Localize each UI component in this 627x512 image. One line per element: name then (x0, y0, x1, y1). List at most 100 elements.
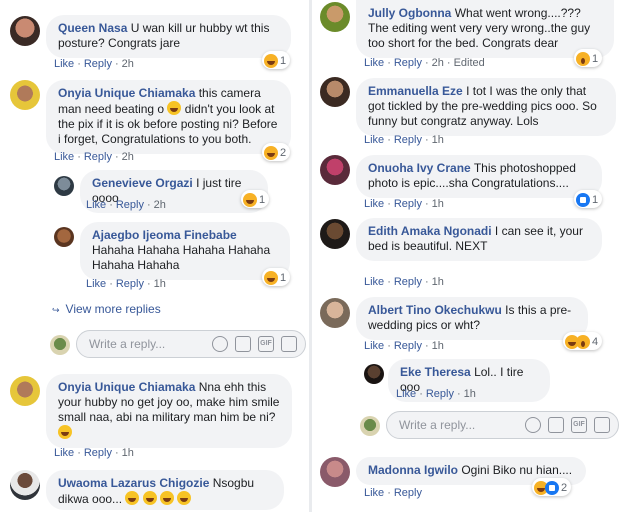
comment-bubble: Onyia Unique Chiamaka Nna ehh this your … (46, 374, 292, 448)
edited-label[interactable]: Edited (454, 57, 485, 69)
comment-author[interactable]: Ajaegbo Ijeoma Finebabe (92, 228, 237, 242)
reply-link[interactable]: Reply (394, 57, 422, 69)
reply-link[interactable]: Reply (394, 198, 422, 210)
timestamp[interactable]: 2h (154, 199, 166, 211)
comment-author[interactable]: Queen Nasa (58, 21, 127, 35)
like-link[interactable]: Like (364, 57, 384, 69)
reaction-badge[interactable]: 1 (574, 190, 603, 208)
avatar[interactable] (10, 16, 40, 46)
sticker-icon[interactable] (281, 336, 297, 352)
reaction-badge[interactable]: 1 (262, 51, 291, 69)
haha-reaction-icon (243, 192, 257, 207)
grin-emoji-icon (167, 101, 182, 115)
avatar[interactable] (10, 470, 40, 500)
reply-link[interactable]: Reply (84, 447, 112, 459)
avatar[interactable] (320, 155, 350, 185)
avatar[interactable] (54, 176, 74, 196)
right-comment-column: Jully Ogbonna What went wrong....??? The… (316, 0, 627, 512)
reaction-badge[interactable]: 1 (241, 190, 270, 208)
comment-author[interactable]: Emmanuella Eze (368, 84, 463, 98)
comment-author[interactable]: Onuoha Ivy Crane (368, 161, 471, 175)
reaction-count: 2 (280, 146, 287, 159)
reply-link[interactable]: Reply (394, 340, 422, 352)
like-link[interactable]: Like (86, 278, 106, 290)
comment-author[interactable]: Madonna Igwilo (368, 463, 458, 477)
reply-link[interactable]: Reply (116, 278, 144, 290)
timestamp[interactable]: 2h (122, 58, 134, 70)
comment-author[interactable]: Uwaoma Lazarus Chigozie (58, 476, 209, 490)
avatar[interactable] (54, 227, 74, 247)
timestamp[interactable]: 2h (432, 57, 444, 69)
reply-input[interactable]: Write a reply... GIF (386, 411, 619, 439)
like-link[interactable]: Like (364, 198, 384, 210)
like-link[interactable]: Like (396, 388, 416, 400)
comment-text: Hahaha Hahaha Hahaha Hahaha Hahaha Hahah… (92, 243, 271, 272)
like-reaction-icon (576, 192, 590, 207)
camera-icon[interactable] (548, 417, 564, 433)
reply-bubble: Ajaegbo Ijeoma Finebabe Hahaha Hahaha Ha… (80, 222, 290, 280)
gif-icon[interactable]: GIF (258, 336, 274, 352)
avatar[interactable] (10, 80, 40, 110)
comment-bubble: Edith Amaka Ngonadi I can see it, your b… (356, 218, 602, 261)
timestamp[interactable]: 1h (432, 340, 444, 352)
emoji-icon[interactable] (212, 336, 228, 352)
reaction-badge[interactable]: 2 (262, 143, 291, 161)
like-link[interactable]: Like (54, 447, 74, 459)
grin-emoji-icon (177, 491, 192, 505)
camera-icon[interactable] (235, 336, 251, 352)
timestamp[interactable]: 1h (464, 388, 476, 400)
timestamp[interactable]: 2h (122, 151, 134, 163)
sticker-icon[interactable] (594, 417, 610, 433)
reaction-badge[interactable]: 1 (574, 49, 603, 67)
avatar[interactable] (320, 298, 350, 328)
emoji-icon[interactable] (525, 417, 541, 433)
haha-reaction-icon (264, 145, 278, 160)
comment-author[interactable]: Edith Amaka Ngonadi (368, 224, 492, 238)
reply-link[interactable]: Reply (84, 58, 112, 70)
reply-link[interactable]: Reply (84, 151, 112, 163)
like-link[interactable]: Like (364, 276, 384, 288)
reply-link[interactable]: Reply (394, 134, 422, 146)
like-link[interactable]: Like (54, 58, 74, 70)
reaction-badge[interactable]: 1 (262, 268, 291, 286)
reply-link[interactable]: Reply (394, 487, 422, 499)
comment-actions: Like · Reply · 1h (364, 134, 444, 146)
comment-author[interactable]: Eke Theresa (400, 365, 471, 379)
like-link[interactable]: Like (364, 340, 384, 352)
timestamp[interactable]: 1h (432, 134, 444, 146)
view-more-replies-link[interactable]: ↪ View more replies (52, 302, 161, 316)
avatar[interactable] (320, 77, 350, 107)
timestamp[interactable]: 1h (432, 276, 444, 288)
comment-text: Ogini Biko nu hian.... (461, 463, 573, 477)
reaction-badge[interactable]: 2 (532, 478, 572, 496)
reaction-badge[interactable]: 4 (563, 332, 603, 350)
avatar[interactable] (10, 376, 40, 406)
avatar (50, 335, 70, 355)
comment-author[interactable]: Jully Ogbonna (368, 6, 451, 20)
reply-link[interactable]: Reply (116, 199, 144, 211)
avatar[interactable] (364, 364, 384, 384)
avatar[interactable] (320, 219, 350, 249)
comment-author[interactable]: Onyia Unique Chiamaka (58, 380, 195, 394)
timestamp[interactable]: 1h (432, 198, 444, 210)
timestamp[interactable]: 1h (154, 278, 166, 290)
gif-icon[interactable]: GIF (571, 417, 587, 433)
like-link[interactable]: Like (54, 151, 74, 163)
reply-placeholder: Write a reply... (89, 337, 166, 351)
like-link[interactable]: Like (364, 134, 384, 146)
comment-author[interactable]: Albert Tino Okechukwu (368, 303, 502, 317)
comment-author[interactable]: Genevieve Orgazi (92, 176, 193, 190)
timestamp[interactable]: 1h (122, 447, 134, 459)
comment-actions: Like · Reply · 1h (396, 388, 476, 400)
like-link[interactable]: Like (364, 487, 384, 499)
avatar[interactable] (320, 2, 350, 32)
comment-author[interactable]: Onyia Unique Chiamaka (58, 86, 195, 100)
like-link[interactable]: Like (86, 199, 106, 211)
reply-link[interactable]: Reply (394, 276, 422, 288)
avatar[interactable] (320, 457, 350, 487)
reply-link[interactable]: Reply (426, 388, 454, 400)
grin-emoji-icon (160, 491, 175, 505)
wow-reaction-icon (576, 51, 590, 66)
reply-input[interactable]: Write a reply... GIF (76, 330, 306, 358)
haha-reaction-icon (264, 270, 278, 285)
